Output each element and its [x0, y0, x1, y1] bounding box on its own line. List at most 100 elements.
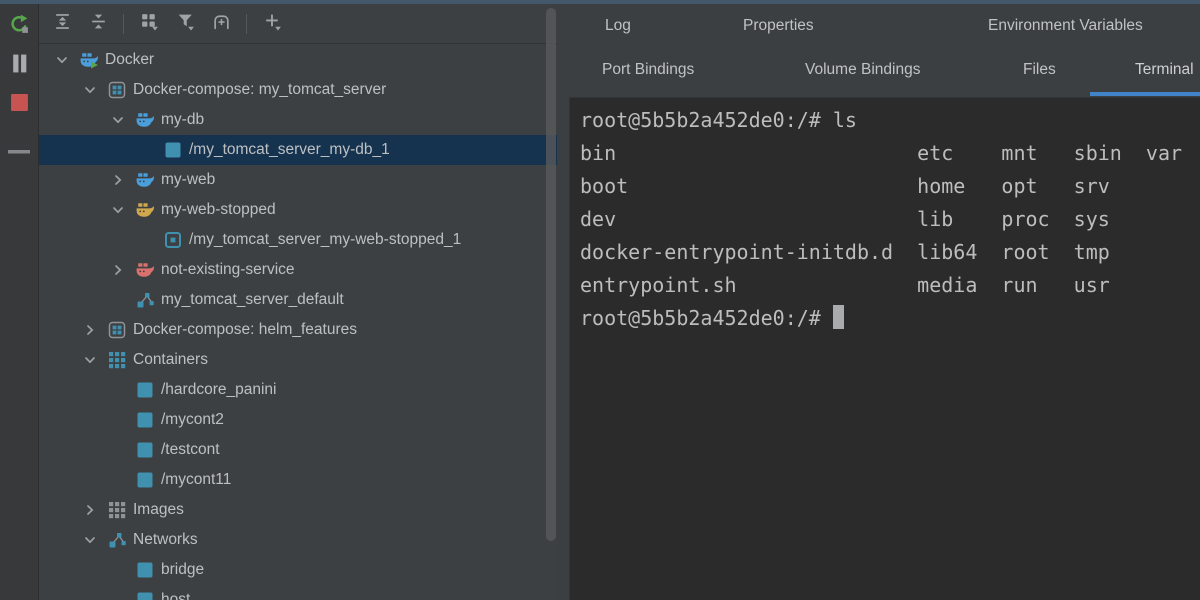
- terminal-line: bin etc mnt sbin var: [580, 137, 1200, 170]
- toolbar-separator: [123, 14, 124, 34]
- tree-row[interactable]: Docker-compose: helm_features: [39, 315, 557, 345]
- tab-port-bindings[interactable]: Port Bindings: [602, 52, 694, 88]
- chevron-right-icon[interactable]: [77, 502, 103, 518]
- tree-row[interactable]: /mycont2: [39, 405, 557, 435]
- chevron-down-icon[interactable]: [77, 352, 103, 368]
- container-stopped-icon: [159, 230, 187, 250]
- tree-row-label: /my_tomcat_server_my-db_1: [189, 141, 390, 159]
- docker-tool-window: Docker Docker-compose: my_tomcat_servermy…: [0, 0, 1200, 600]
- services-toolbar: [39, 4, 557, 44]
- docker-running-icon: [75, 50, 103, 70]
- tab-properties[interactable]: Properties: [743, 8, 814, 44]
- toolbar-separator: [246, 14, 247, 34]
- rerun-button[interactable]: [8, 16, 30, 38]
- container-running-icon: [131, 590, 159, 600]
- pause-button[interactable]: [8, 55, 30, 77]
- tree-row[interactable]: /mycont11: [39, 465, 557, 495]
- terminal-line: root@5b5b2a452de0:/# ls: [580, 104, 1200, 137]
- terminal-line: dev lib proc sys: [580, 203, 1200, 236]
- images-group-icon: [103, 500, 131, 520]
- tree-row[interactable]: my-web: [39, 165, 557, 195]
- chevron-down-icon[interactable]: [105, 202, 131, 218]
- chevron-right-icon[interactable]: [105, 262, 131, 278]
- tree-row[interactable]: not-existing-service: [39, 255, 557, 285]
- chevron-down-icon[interactable]: [105, 112, 131, 128]
- terminal-output[interactable]: root@5b5b2a452de0:/# lsbin etc mnt sbin …: [569, 97, 1200, 600]
- tree-row[interactable]: Images: [39, 495, 557, 525]
- chevron-down-icon[interactable]: [77, 532, 103, 548]
- expand-all-button[interactable]: [47, 11, 77, 37]
- tree-row-label: Docker-compose: my_tomcat_server: [133, 81, 386, 99]
- tree-row[interactable]: Docker-compose: my_tomcat_server: [39, 75, 557, 105]
- tree-row[interactable]: Networks: [39, 525, 557, 555]
- add-icon: [263, 12, 282, 36]
- stop-button[interactable]: [8, 94, 30, 116]
- tree-row-label: Networks: [133, 531, 198, 549]
- container-detail-panel: Log Properties Environment Variables Port B…: [557, 4, 1200, 600]
- tree-row[interactable]: /my_tomcat_server_my-db_1: [39, 135, 557, 165]
- terminal-line: boot home opt srv: [580, 170, 1200, 203]
- tree-row[interactable]: my-web-stopped: [39, 195, 557, 225]
- stop-icon: [10, 93, 29, 117]
- chevron-down-icon[interactable]: [49, 52, 75, 68]
- terminal-prompt: root@5b5b2a452de0:/#: [580, 306, 833, 330]
- pause-icon: [9, 53, 30, 79]
- tree-row-label: my-web: [161, 171, 215, 189]
- filter-button[interactable]: [170, 11, 200, 37]
- tree-row-label: my-db: [161, 111, 204, 129]
- collapse-all-button[interactable]: [83, 11, 113, 37]
- terminal-cursor: [833, 305, 844, 329]
- container-running-icon: [131, 470, 159, 490]
- network-icon: [131, 290, 159, 310]
- tree-row-label: Images: [133, 501, 184, 519]
- active-tab-underline: [1090, 92, 1200, 96]
- whale-red-icon: [131, 260, 159, 280]
- docker-compose-icon: [103, 320, 131, 340]
- whale-blue-icon: [131, 170, 159, 190]
- container-running-icon: [131, 410, 159, 430]
- tree-row-label: my-web-stopped: [161, 201, 276, 219]
- container-running-icon: [159, 140, 187, 160]
- frame-add-button[interactable]: [206, 11, 236, 37]
- service-tree: Docker Docker-compose: my_tomcat_servermy…: [39, 45, 557, 600]
- tab-files[interactable]: Files: [1023, 52, 1056, 88]
- container-running-icon: [131, 560, 159, 580]
- run-controls-strip: [0, 0, 39, 600]
- tree-row-label: my_tomcat_server_default: [161, 291, 344, 309]
- tree-row-label: /my_tomcat_server_my-web-stopped_1: [189, 231, 461, 249]
- tree-row[interactable]: my_tomcat_server_default: [39, 285, 557, 315]
- separator-dash: [8, 142, 30, 160]
- tree-row[interactable]: Docker: [39, 45, 557, 75]
- tree-row-label: /hardcore_panini: [161, 381, 276, 399]
- group-by-button[interactable]: [134, 11, 164, 37]
- rerun-icon: [9, 14, 30, 40]
- terminal-prompt-line: root@5b5b2a452de0:/#: [580, 302, 1200, 335]
- window-top-accent: [0, 0, 1200, 4]
- chevron-right-icon[interactable]: [77, 322, 103, 338]
- tree-row[interactable]: bridge: [39, 555, 557, 585]
- chevron-down-icon[interactable]: [77, 82, 103, 98]
- tree-row-label: /testcont: [161, 441, 220, 459]
- collapse-all-icon: [89, 12, 108, 36]
- tab-terminal[interactable]: Terminal: [1135, 52, 1194, 88]
- chevron-right-icon[interactable]: [105, 172, 131, 188]
- tree-row-label: Docker: [105, 51, 154, 69]
- tree-row[interactable]: host: [39, 585, 557, 600]
- tree-row[interactable]: Containers: [39, 345, 557, 375]
- tab-environment-variables[interactable]: Environment Variables: [988, 8, 1143, 44]
- services-panel: Docker Docker-compose: my_tomcat_servermy…: [39, 4, 557, 600]
- network-icon: [103, 530, 131, 550]
- tree-scrollbar-thumb[interactable]: [546, 8, 556, 541]
- tab-volume-bindings[interactable]: Volume Bindings: [805, 52, 920, 88]
- tree-row[interactable]: my-db: [39, 105, 557, 135]
- whale-blue-icon: [131, 110, 159, 130]
- add-button[interactable]: [257, 11, 287, 37]
- tree-row[interactable]: /my_tomcat_server_my-web-stopped_1: [39, 225, 557, 255]
- toolbar-separator: [8, 140, 30, 162]
- docker-compose-icon: [103, 80, 131, 100]
- tree-row-label: /mycont2: [161, 411, 224, 429]
- tab-log[interactable]: Log: [605, 8, 631, 44]
- tree-row[interactable]: /testcont: [39, 435, 557, 465]
- tree-row[interactable]: /hardcore_panini: [39, 375, 557, 405]
- tree-row-label: Docker-compose: helm_features: [133, 321, 357, 339]
